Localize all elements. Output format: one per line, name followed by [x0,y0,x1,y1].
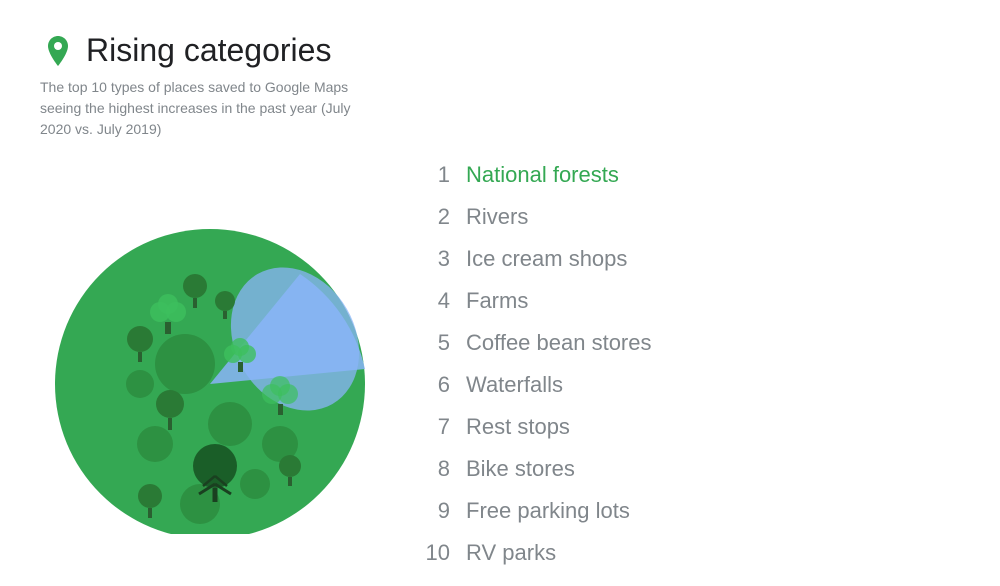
list-label: Waterfalls [466,372,563,398]
list-label: Ice cream shops [466,246,627,272]
list-item: 7 Rest stops [420,408,960,446]
list-label: Bike stores [466,456,575,482]
list-item: 10 RV parks [420,534,960,572]
list-label: Rivers [466,204,528,230]
main-content: 1 National forests 2 Rivers 3 Ice cream shops… [40,156,960,572]
list-rank: 10 [420,540,450,566]
list-rank: 5 [420,330,450,356]
list-item: 1 National forests [420,156,960,194]
list-rank: 1 [420,162,450,188]
list-rank: 9 [420,498,450,524]
list-rank: 8 [420,456,450,482]
list-item: 9 Free parking lots [420,492,960,530]
list-item: 4 Farms [420,282,960,320]
list-item: 3 Ice cream shops [420,240,960,278]
chart-svg [40,194,380,534]
list-item: 8 Bike stores [420,450,960,488]
chart-container [40,194,380,534]
list-rank: 2 [420,204,450,230]
list-label: Rest stops [466,414,570,440]
list-label: National forests [466,162,619,188]
list-label: Farms [466,288,528,314]
page-subtitle: The top 10 types of places saved to Goog… [40,77,380,140]
page-title: Rising categories [86,32,331,69]
list-item: 6 Waterfalls [420,366,960,404]
page-header: Rising categories [40,32,960,69]
list-rank: 7 [420,414,450,440]
list-rank: 6 [420,372,450,398]
list-item: 2 Rivers [420,198,960,236]
list-item: 5 Coffee bean stores [420,324,960,362]
ranked-list: 1 National forests 2 Rivers 3 Ice cream shops… [420,156,960,572]
list-rank: 3 [420,246,450,272]
list-label: RV parks [466,540,556,566]
pin-icon [40,33,76,69]
list-rank: 4 [420,288,450,314]
list-label: Coffee bean stores [466,330,652,356]
list-label: Free parking lots [466,498,630,524]
